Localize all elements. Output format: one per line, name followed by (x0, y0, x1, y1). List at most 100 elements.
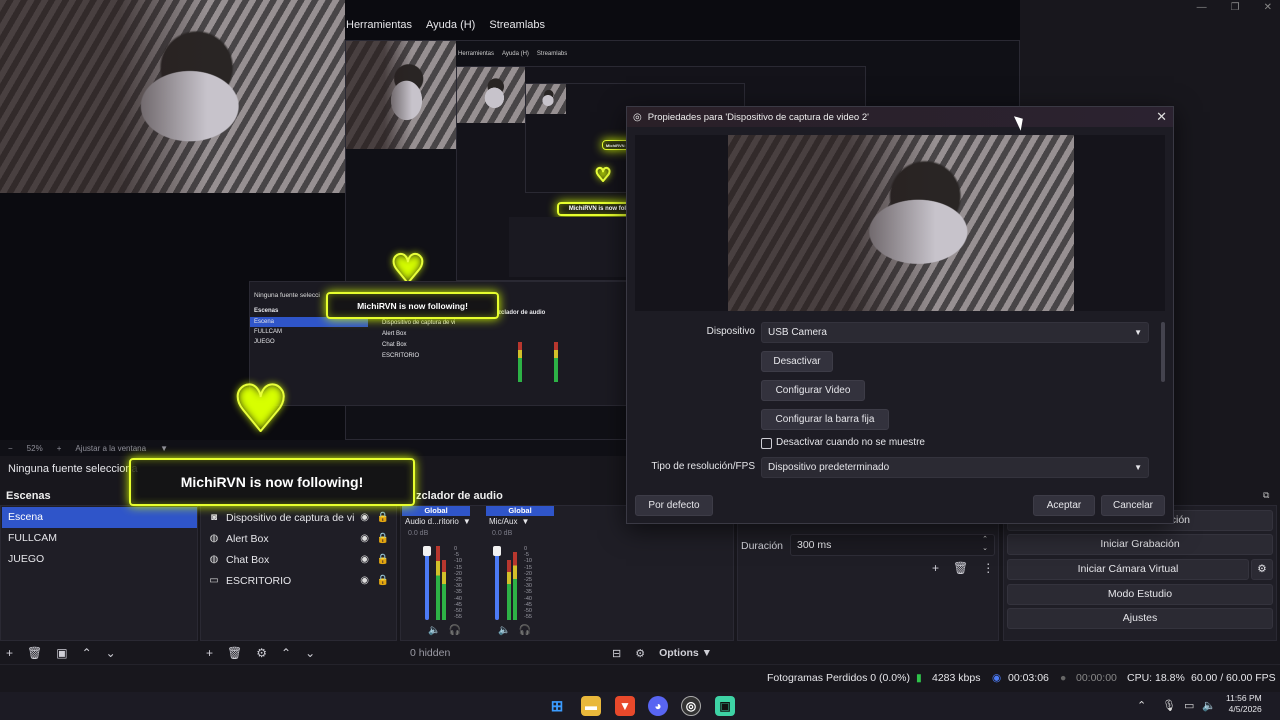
taskbar: ⊞ ▬ ▼ ◕ ◎ ▣ ⌃ 🎙 ▭ 🔈 11:56 PM 4/5/2026 (0, 692, 1280, 720)
headphones-icon[interactable]: 🎧 (518, 625, 530, 636)
zoom-out-icon[interactable]: − (8, 444, 13, 453)
live-time: 00:03:06 (1008, 672, 1049, 684)
menu-help[interactable]: Ayuda (H) (426, 19, 475, 31)
volume-icon[interactable]: 🔈 (1202, 699, 1216, 712)
advanced-audio-icon[interactable]: ⚙ (635, 647, 645, 660)
scene-item-juego[interactable]: JUEGO (2, 549, 197, 570)
zoom-in-icon[interactable]: + (57, 444, 62, 453)
chevron-up-icon[interactable]: ⌃ (281, 646, 291, 660)
speaker-icon[interactable]: 🔈 (428, 625, 440, 636)
clock[interactable]: 11:56 PM 4/5/2026 (1226, 693, 1262, 715)
source-item[interactable]: ▭ ESCRITORIO ◉ 🔒 (200, 570, 397, 591)
mixer-channel-name[interactable]: Audio d...ritorio ▼ (402, 516, 470, 528)
trash-icon[interactable]: 🗑 (953, 561, 968, 575)
cancel-button[interactable]: Cancelar (1101, 495, 1165, 516)
menu-tools[interactable]: Herramientas (346, 19, 412, 31)
lock-icon[interactable]: 🔒 (377, 554, 389, 565)
start-virtual-camera-button[interactable]: Iniciar Cámara Virtual (1007, 559, 1249, 580)
trash-icon[interactable]: 🗑 (27, 646, 42, 660)
device-select[interactable]: USB Camera ▼ (761, 322, 1149, 343)
speaker-icon[interactable]: 🔈 (498, 625, 510, 636)
add-icon[interactable]: + (6, 646, 13, 660)
menu-streamlabs[interactable]: Streamlabs (489, 19, 545, 31)
settings-button[interactable]: Ajustes (1007, 608, 1273, 629)
chevron-down-icon[interactable]: ▼ (521, 516, 529, 528)
deactivate-button[interactable]: Desactivar (761, 351, 833, 372)
nested-scene-item: JUEGO (254, 339, 275, 345)
configure-video-button[interactable]: Configurar Video (761, 380, 865, 401)
deactivate-when-hidden-checkbox[interactable] (761, 438, 772, 449)
chevron-down-icon: ▼ (1134, 328, 1142, 337)
lock-icon[interactable]: 🔒 (377, 512, 389, 523)
add-icon[interactable]: + (206, 646, 213, 660)
chevron-down-icon[interactable]: ⌄ (106, 646, 116, 660)
streamlabs-icon[interactable]: ▣ (715, 696, 735, 716)
dialog-titlebar[interactable]: ◎ Propiedades para 'Dispositivo de captu… (627, 107, 1173, 127)
scenes-list: Escena FULLCAM JUEGO (2, 507, 197, 570)
configure-crossbar-button[interactable]: Configurar la barra fija (761, 409, 889, 430)
eye-icon[interactable]: ◉ (360, 533, 369, 544)
eye-icon[interactable]: ◉ (360, 554, 369, 565)
duration-input[interactable]: 300 ms ⌃ ⌄ (790, 534, 995, 556)
lock-icon[interactable]: 🔒 (377, 533, 389, 544)
source-item[interactable]: ◍ Alert Box ◉ 🔒 (200, 528, 397, 549)
virtual-camera-gear-button[interactable]: ⚙ (1251, 559, 1273, 580)
more-icon[interactable]: ⋮ (982, 561, 994, 575)
chevron-down-icon[interactable]: ▼ (463, 516, 470, 528)
volume-slider[interactable] (423, 546, 431, 620)
layout-icon[interactable]: ⊟ (612, 647, 621, 660)
dock-float-icon[interactable]: ⧉ (1263, 490, 1269, 501)
chevron-down-icon[interactable]: ▼ (160, 444, 168, 453)
resolution-select[interactable]: Dispositivo predeterminado ▼ (761, 457, 1149, 478)
lock-icon[interactable]: 🔒 (377, 575, 389, 586)
windows-start-icon[interactable]: ⊞ (547, 696, 567, 716)
mic-icon[interactable]: 🎙 (1162, 699, 1176, 712)
discord-icon[interactable]: ◕ (648, 696, 668, 716)
close-icon[interactable]: ✕ (1264, 2, 1272, 13)
scene-item-escena[interactable]: Escena (2, 507, 197, 528)
audio-meter (442, 560, 446, 620)
minimize-icon[interactable]: — (1197, 2, 1207, 13)
dialog-webcam-feed (728, 135, 1074, 311)
volume-slider[interactable] (493, 546, 501, 620)
eye-icon[interactable]: ◉ (360, 575, 369, 586)
start-recording-button[interactable]: Iniciar Grabación (1007, 534, 1273, 555)
filter-icon[interactable]: ▣ (56, 646, 67, 660)
source-item[interactable]: ◙ Dispositivo de captura de vi ◉ 🔒 (200, 507, 397, 528)
gear-icon[interactable]: ⚙ (256, 646, 267, 660)
studio-mode-button[interactable]: Modo Estudio (1007, 584, 1273, 605)
gear-icon: ⚙ (1257, 563, 1267, 575)
file-explorer-icon[interactable]: ▬ (581, 696, 601, 716)
meter-ticks: 0 -5 -10 -15 -20 -25 -30 -35 -40 -45 -50 -55 (454, 546, 462, 621)
maximize-icon[interactable]: ❐ (1231, 2, 1240, 13)
heart-icon: ♥ (231, 373, 290, 440)
options-button[interactable]: Options ▼ (659, 647, 712, 659)
headphones-icon[interactable]: 🎧 (448, 625, 460, 636)
mixer-db-value: 0.0 dB (408, 530, 429, 537)
obs-icon[interactable]: ◎ (681, 696, 701, 716)
brave-icon[interactable]: ▼ (615, 696, 635, 716)
nested-audio-meter (554, 342, 558, 382)
bitrate: 4283 kbps (932, 672, 981, 684)
defaults-button[interactable]: Por defecto (635, 495, 713, 516)
network-icon[interactable]: ▭ (1184, 699, 1194, 712)
stream-icon: ◉ (992, 672, 1002, 684)
eye-icon[interactable]: ◉ (360, 512, 369, 523)
menu-bar: Herramientas Ayuda (H) Streamlabs (346, 14, 545, 36)
dialog-scrollbar[interactable] (1161, 322, 1165, 382)
accept-button[interactable]: Aceptar (1033, 495, 1095, 516)
source-item[interactable]: ◍ Chat Box ◉ 🔒 (200, 549, 397, 570)
mixer-channel-name[interactable]: Mic/Aux ▼ (486, 516, 554, 528)
mixer-dock-title: zclador de audio (416, 490, 503, 502)
add-icon[interactable]: + (932, 561, 939, 575)
chevron-up-icon[interactable]: ⌃ (82, 646, 92, 660)
chevron-down-icon[interactable]: ⌄ (305, 646, 315, 660)
chevron-up-icon[interactable]: ⌃ (1137, 699, 1146, 712)
duration-label: Duración (741, 540, 784, 552)
nested-webcam-feed (346, 41, 456, 149)
close-icon[interactable]: ✕ (1156, 109, 1167, 125)
transitions-toolbar: + 🗑 ⋮ (932, 557, 994, 579)
mixer-toolbar: ⊟ ⚙ Options ▼ (612, 642, 712, 664)
trash-icon[interactable]: 🗑 (227, 646, 242, 660)
scene-item-fullcam[interactable]: FULLCAM (2, 528, 197, 549)
